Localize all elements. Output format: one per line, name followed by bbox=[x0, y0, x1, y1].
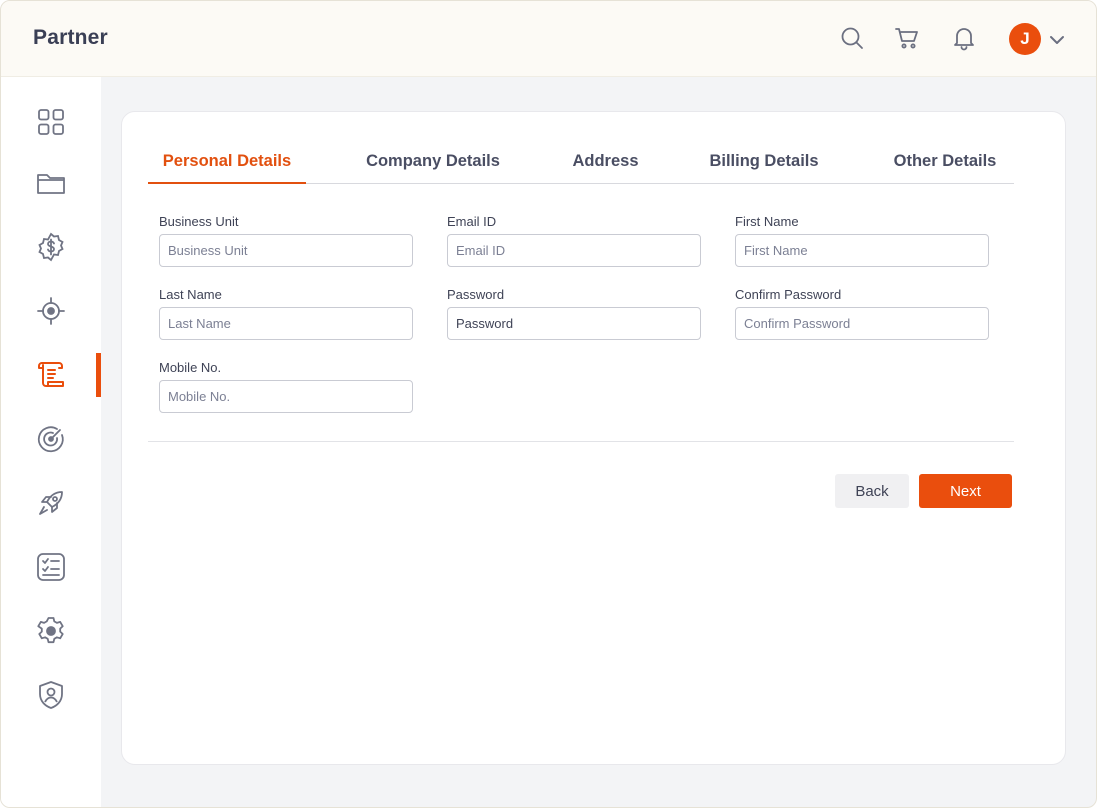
user-avatar[interactable]: J bbox=[1009, 23, 1041, 55]
mobile-no-group: Mobile No. bbox=[159, 360, 413, 413]
sidebar-item-folders[interactable] bbox=[1, 161, 101, 205]
sidebar-item-radar[interactable] bbox=[1, 417, 101, 461]
password-input[interactable] bbox=[447, 307, 701, 340]
email-id-label: Email ID bbox=[447, 214, 497, 229]
radar-icon bbox=[37, 426, 64, 453]
sidebar-item-targets[interactable] bbox=[1, 289, 101, 333]
sidebar-nav bbox=[1, 77, 101, 807]
sidebar-item-tasks[interactable] bbox=[1, 545, 101, 589]
password-label: Password bbox=[447, 287, 505, 302]
first-name-input[interactable] bbox=[735, 234, 989, 267]
last-name-group: Last Name bbox=[159, 287, 413, 340]
sidebar-item-partners[interactable] bbox=[1, 353, 101, 397]
last-name-label: Last Name bbox=[159, 287, 222, 302]
cart-icon[interactable] bbox=[894, 25, 920, 51]
search-icon[interactable] bbox=[839, 25, 865, 51]
first-name-label: First Name bbox=[735, 214, 799, 229]
gear-icon bbox=[37, 617, 64, 644]
tab-address[interactable]: Address bbox=[558, 142, 653, 184]
confirm-password-group: Confirm Password bbox=[735, 287, 989, 340]
email-id-input[interactable] bbox=[447, 234, 701, 267]
tab-personal-details[interactable]: Personal Details bbox=[148, 142, 306, 184]
form-card: Personal Details Company Details Address… bbox=[121, 111, 1066, 765]
form-divider bbox=[148, 441, 1014, 442]
tab-bar: Personal Details Company Details Address… bbox=[148, 142, 1014, 184]
dashboard-grid-icon bbox=[38, 109, 64, 135]
confirm-password-input[interactable] bbox=[735, 307, 989, 340]
business-unit-group: Business Unit bbox=[159, 214, 413, 267]
email-id-group: Email ID bbox=[447, 214, 701, 267]
sidebar-item-dashboard[interactable] bbox=[1, 100, 101, 144]
tab-company-details[interactable]: Company Details bbox=[348, 142, 518, 184]
chevron-down-icon[interactable] bbox=[1047, 30, 1067, 50]
sidebar-item-settings[interactable] bbox=[1, 609, 101, 653]
scroll-document-icon bbox=[38, 362, 64, 387]
sidebar-item-launch[interactable] bbox=[1, 481, 101, 525]
sidebar-item-billing[interactable] bbox=[1, 225, 101, 269]
app-title: Partner bbox=[33, 26, 108, 49]
business-unit-label: Business Unit bbox=[159, 214, 239, 229]
dollar-badge-icon bbox=[38, 232, 64, 262]
confirm-password-label: Confirm Password bbox=[735, 287, 842, 302]
folder-icon bbox=[37, 174, 65, 194]
checklist-icon bbox=[37, 553, 65, 581]
mobile-no-input[interactable] bbox=[159, 380, 413, 413]
first-name-group: First Name bbox=[735, 214, 989, 267]
user-shield-icon bbox=[39, 681, 63, 709]
top-header: Partner J bbox=[1, 1, 1096, 77]
bell-icon[interactable] bbox=[951, 25, 977, 51]
target-icon bbox=[37, 297, 65, 325]
tab-other-details[interactable]: Other Details bbox=[880, 142, 1010, 184]
app-window: Partner J Personal Details Company Detai… bbox=[0, 0, 1097, 808]
last-name-input[interactable] bbox=[159, 307, 413, 340]
back-button[interactable]: Back bbox=[835, 474, 909, 508]
sidebar-item-security[interactable] bbox=[1, 673, 101, 717]
mobile-no-label: Mobile No. bbox=[159, 360, 222, 375]
rocket-icon bbox=[39, 491, 63, 515]
tab-billing-details[interactable]: Billing Details bbox=[696, 142, 832, 184]
password-group: Password bbox=[447, 287, 701, 340]
business-unit-input[interactable] bbox=[159, 234, 413, 267]
next-button[interactable]: Next bbox=[919, 474, 1012, 508]
